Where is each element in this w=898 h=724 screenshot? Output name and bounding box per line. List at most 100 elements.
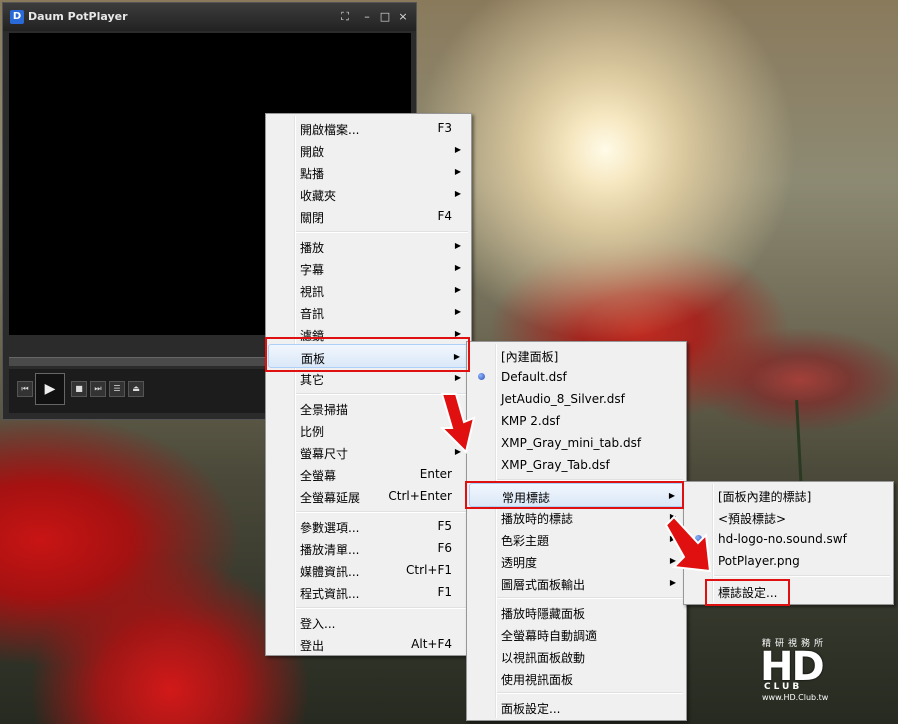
menu-item-shortcut: F5 — [437, 519, 452, 533]
menu-item-label: 程式資訊... — [300, 587, 360, 601]
highlight-box-skin — [265, 337, 470, 372]
menu-item-label: 比例 — [300, 425, 325, 439]
stop-icon[interactable]: ■ — [71, 381, 87, 397]
skin-item-settings[interactable]: 面板設定... — [469, 696, 684, 718]
menu-item-shortcut: F6 — [437, 541, 452, 555]
eject-icon[interactable]: ⏏ — [128, 381, 144, 397]
skin-item-use-video-skin[interactable]: 使用視訊面板 — [469, 667, 684, 689]
menu-item-label: XMP_Gray_Tab.dsf — [501, 458, 610, 472]
red-arrow-icon — [439, 393, 476, 454]
skin-item-color-theme[interactable]: 色彩主題▶ — [469, 528, 684, 550]
menu-item-login[interactable]: 登入... — [268, 611, 469, 633]
hd-club-watermark: 精研視務所 HD CLUB www.HD.Club.tw — [760, 636, 850, 704]
submenu-arrow-icon: ▶ — [454, 189, 461, 198]
skin-item-hide-on-play[interactable]: 播放時隱藏面板 — [469, 601, 684, 623]
menu-item-label: 其它 — [300, 373, 325, 387]
menu-item-shortcut: Ctrl+Enter — [388, 489, 452, 503]
menu-item-label: 播放清單... — [300, 543, 360, 557]
previous-icon[interactable]: ⏮ — [17, 381, 33, 397]
next-icon[interactable]: ⏭ — [90, 381, 106, 397]
menu-item-label: 全螢幕延展 — [300, 491, 361, 505]
menu-item-label: PotPlayer.png — [718, 554, 800, 568]
submenu-arrow-icon: ▶ — [454, 307, 461, 316]
menu-item-label: 色彩主題 — [501, 534, 550, 548]
menu-item-label: 播放時隱藏面板 — [501, 607, 586, 621]
menu-item-label: KMP 2.dsf — [501, 414, 560, 428]
skin-submenu: [內建面板] Default.dsf JetAudio_8_Silver.dsf… — [466, 341, 687, 721]
menu-item-label: 視訊 — [300, 285, 325, 299]
menu-item-media-info[interactable]: 媒體資訊... Ctrl+F1 — [268, 559, 469, 581]
menu-item-subtitles[interactable]: 字幕 ▶ — [268, 257, 469, 279]
close-icon[interactable]: × — [396, 11, 410, 23]
submenu-arrow-icon: ▶ — [454, 241, 461, 250]
skin-item-xmp-tab[interactable]: XMP_Gray_Tab.dsf — [469, 454, 684, 476]
menu-item-playlist[interactable]: 播放清單... F6 — [268, 537, 469, 559]
menu-item-label: 螢幕尺寸 — [300, 447, 349, 461]
menu-item-logout[interactable]: 登出 Alt+F4 — [268, 633, 469, 655]
menu-separator — [296, 511, 468, 513]
skin-item-jetaudio[interactable]: JetAudio_8_Silver.dsf — [469, 388, 684, 410]
menu-item-shortcut: Alt+F4 — [411, 637, 452, 651]
menu-item-video[interactable]: 視訊 ▶ — [268, 279, 469, 301]
skin-item-playback-logo[interactable]: 播放時的標誌 ▶ — [469, 506, 684, 528]
menu-separator — [296, 231, 468, 233]
title-bar[interactable]: D Daum PotPlayer ⛶ – □ × — [3, 3, 416, 31]
menu-item-fullscreen-stretch[interactable]: 全螢幕延展 Ctrl+Enter — [268, 485, 469, 507]
menu-item-open-file[interactable]: 開啟檔案... F3 — [268, 117, 469, 139]
skin-item-fullscreen-adjust[interactable]: 全螢幕時自動調適 — [469, 623, 684, 645]
menu-item-preferences[interactable]: 參數選項... F5 — [268, 515, 469, 537]
menu-item-shortcut: Enter — [419, 467, 452, 481]
menu-item-label: 全景掃描 — [300, 403, 349, 417]
menu-item-shortcut: F4 — [437, 209, 452, 223]
menu-item-label: 開啟檔案... — [300, 123, 360, 137]
menu-item-close[interactable]: 關閉 F4 — [268, 205, 469, 227]
menu-item-label: 字幕 — [300, 263, 325, 277]
menu-item-fullscreen[interactable]: 全螢幕 Enter — [268, 463, 469, 485]
play-button[interactable]: ▶ — [35, 373, 65, 405]
menu-item-shortcut: F3 — [437, 121, 452, 135]
skin-toggle-icon[interactable]: ⛶ — [338, 11, 352, 23]
skin-item-start-video-skin[interactable]: 以視訊面板啟動 — [469, 645, 684, 667]
logo-item-skin-builtin[interactable]: [面板內建的標誌] — [686, 484, 891, 506]
skin-item-kmp2[interactable]: KMP 2.dsf — [469, 410, 684, 432]
skin-item-transparency[interactable]: 透明度 ▶ — [469, 550, 684, 572]
submenu-arrow-icon: ▶ — [454, 373, 461, 382]
menu-item-label: 關閉 — [300, 211, 325, 225]
menu-item-label: 面板設定... — [501, 702, 561, 716]
menu-item-label: [面板內建的標誌] — [718, 490, 812, 504]
skin-item-builtin[interactable]: [內建面板] — [469, 344, 684, 366]
menu-item-label: 使用視訊面板 — [501, 673, 574, 687]
menu-separator — [714, 575, 890, 577]
menu-item-label: [內建面板] — [501, 350, 559, 364]
menu-item-about[interactable]: 程式資訊... F1 — [268, 581, 469, 603]
highlight-box-logo — [465, 481, 684, 509]
radio-checked-icon — [478, 373, 485, 380]
menu-item-label: XMP_Gray_mini_tab.dsf — [501, 436, 642, 450]
playlist-icon[interactable]: ☰ — [109, 381, 125, 397]
maximize-icon[interactable]: □ — [378, 11, 392, 23]
menu-item-label: 音訊 — [300, 307, 325, 321]
menu-item-label: 播放 — [300, 241, 325, 255]
app-logo-icon[interactable]: D — [10, 10, 24, 24]
skin-item-layered-output[interactable]: 圖層式面板輸出 ▶ — [469, 572, 684, 594]
app-title[interactable]: Daum PotPlayer — [28, 10, 128, 23]
context-menu: 開啟檔案... F3 開啟 ▶ 點播 ▶ 收藏夾 ▶ 關閉 F4 播放 ▶ 字幕 ▶ 視訊 ▶ … — [265, 113, 472, 656]
menu-item-label: 點播 — [300, 167, 325, 181]
watermark-url: www.HD.Club.tw — [762, 693, 829, 702]
minimize-icon[interactable]: – — [360, 11, 374, 23]
menu-item-audio[interactable]: 音訊 ▶ — [268, 301, 469, 323]
submenu-arrow-icon: ▶ — [669, 578, 676, 587]
menu-item-label: 全螢幕時自動調適 — [501, 629, 598, 643]
menu-item-label: 全螢幕 — [300, 469, 337, 483]
menu-item-on-demand[interactable]: 點播 ▶ — [268, 161, 469, 183]
menu-item-label: 開啟 — [300, 145, 325, 159]
menu-item-playback[interactable]: 播放 ▶ — [268, 235, 469, 257]
highlight-box-logo-settings — [705, 579, 790, 606]
menu-item-open[interactable]: 開啟 ▶ — [268, 139, 469, 161]
skin-item-xmp-mini[interactable]: XMP_Gray_mini_tab.dsf — [469, 432, 684, 454]
menu-item-favorites[interactable]: 收藏夾 ▶ — [268, 183, 469, 205]
menu-item-label: <預設標誌> — [718, 512, 787, 526]
menu-separator — [296, 607, 468, 609]
skin-item-default[interactable]: Default.dsf — [469, 366, 684, 388]
menu-item-label: 登入... — [300, 617, 336, 631]
